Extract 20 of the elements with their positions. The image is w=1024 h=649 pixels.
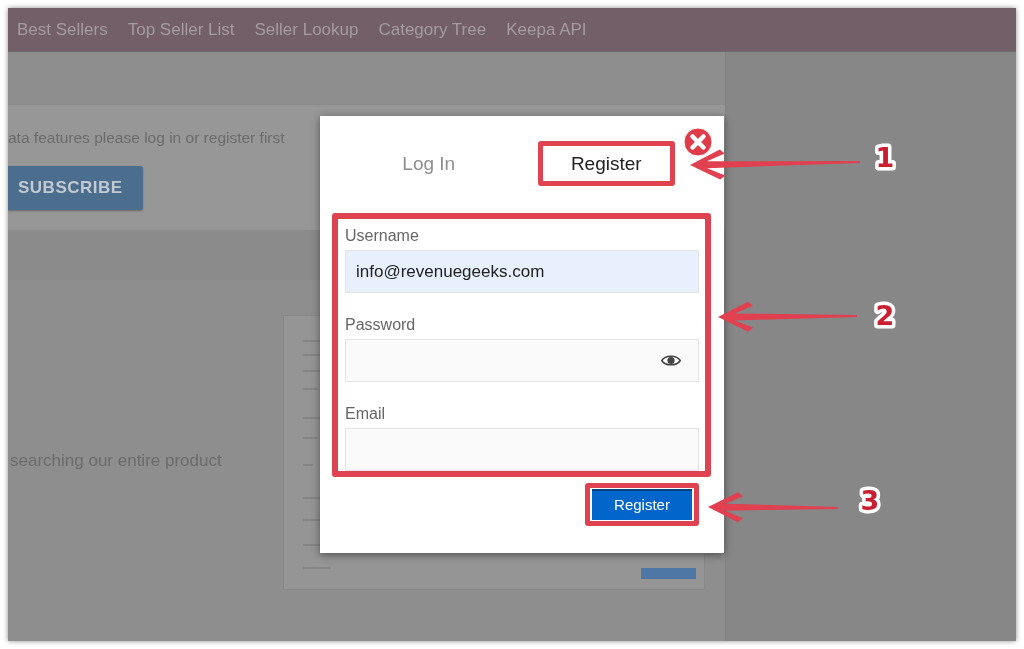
nav-link[interactable]: Seller Lookup bbox=[254, 16, 359, 43]
nav-link[interactable]: Best Sellers bbox=[17, 16, 108, 43]
annotation-number: 2 bbox=[875, 299, 895, 331]
annotation-number: 3 bbox=[860, 484, 880, 516]
field-label: Password bbox=[345, 315, 417, 335]
text-field[interactable]: info@revenuegeeks.com bbox=[345, 250, 699, 293]
field-label: Email bbox=[345, 404, 386, 424]
text-field[interactable] bbox=[345, 428, 699, 471]
register-button[interactable]: Register bbox=[592, 489, 692, 520]
tab[interactable]: Register bbox=[542, 146, 670, 181]
field-label: Username bbox=[345, 226, 420, 246]
password-field[interactable] bbox=[345, 339, 699, 382]
eye-icon[interactable] bbox=[661, 354, 681, 367]
nav-link[interactable]: Category Tree bbox=[378, 16, 487, 43]
tab[interactable]: Log In bbox=[365, 146, 493, 181]
nav-link[interactable]: Top Seller List bbox=[127, 16, 235, 43]
close-icon[interactable] bbox=[683, 127, 713, 157]
subscribe-button[interactable]: SUBSCRIBE bbox=[8, 166, 143, 210]
annotation-number: 1 bbox=[875, 141, 895, 173]
nav-link[interactable]: Keepa API bbox=[506, 16, 587, 43]
